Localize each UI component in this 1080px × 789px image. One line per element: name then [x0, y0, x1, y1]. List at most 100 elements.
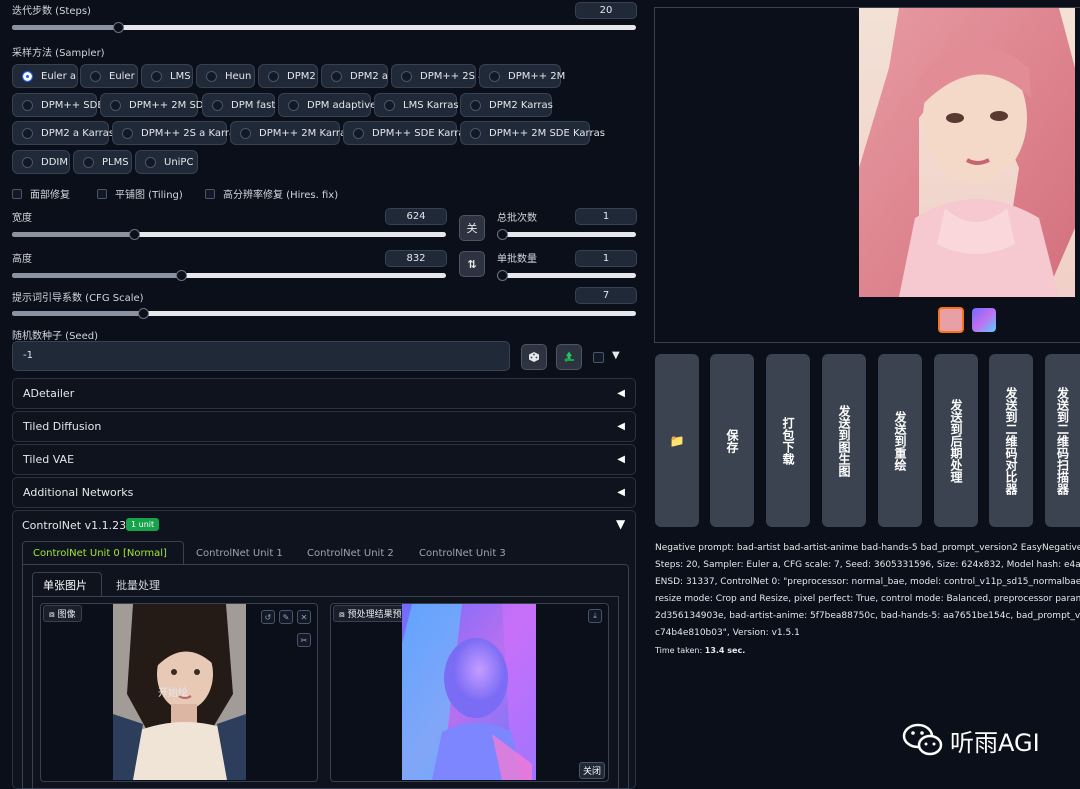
batch-size-input[interactable]: 1 [575, 250, 637, 267]
wechat-icon [902, 723, 943, 756]
sampler-option[interactable]: DPM2 Karras [460, 93, 553, 117]
sampler-option[interactable]: UniPC [135, 150, 198, 174]
restore-faces-checkbox[interactable]: 面部修复 [12, 186, 70, 201]
radio-dot-icon [22, 99, 33, 111]
close-icon[interactable]: ✕ [297, 610, 311, 624]
send-to-extras-button[interactable]: 发送到后期处理 [934, 354, 978, 527]
sampler-option[interactable]: DDIM [12, 150, 70, 174]
radio-dot-icon [331, 70, 342, 82]
accordion-tiled-diffusion[interactable]: Tiled Diffusion ◀ [12, 411, 636, 442]
brush-icon[interactable]: ✂ [297, 633, 311, 647]
gallery-thumbnail-1[interactable] [938, 307, 964, 333]
tab-controlnet-unit-2[interactable]: ControlNet Unit 2 [307, 548, 394, 559]
sampler-option[interactable]: DPM++ 2S a Karras [112, 121, 240, 145]
steps-input[interactable]: 20 [575, 2, 637, 19]
sampler-option[interactable]: Euler a [12, 64, 78, 88]
cfg-slider[interactable] [12, 308, 636, 319]
sampler-option[interactable]: DPM++ 2M SDE [100, 93, 210, 117]
width-slider[interactable] [12, 229, 446, 240]
seed-extra-toggle-icon[interactable]: ▼ [612, 350, 620, 361]
tab-controlnet-unit-0[interactable]: ControlNet Unit 0 [Normal] [33, 548, 167, 559]
sampler-option-label: DPM++ SDE [41, 99, 104, 111]
sampler-option[interactable]: DPM2 [258, 64, 318, 88]
sampler-option[interactable]: DPM++ SDE Karras [343, 121, 470, 145]
tab-batch[interactable]: 批量处理 [116, 577, 160, 593]
accordion-title: Additional Networks [23, 486, 134, 499]
accordion-title: ADetailer [23, 387, 75, 400]
sampler-option[interactable]: Euler [80, 64, 138, 88]
sampler-option[interactable]: LMS [141, 64, 193, 88]
send-to-img2img-button[interactable]: 发送到图生图 [822, 354, 866, 527]
generation-info-line: ENSD: 31337, ControlNet 0: "preprocessor… [655, 577, 1080, 587]
batch-size-label: 单批数量 [497, 254, 537, 265]
sampler-option-label: UniPC [164, 156, 194, 168]
tab-single-image[interactable]: 单张图片 [43, 577, 87, 593]
radio-dot-icon [22, 70, 33, 82]
gallery-thumbnail-2[interactable] [972, 308, 996, 332]
tab-controlnet-unit-3[interactable]: ControlNet Unit 3 [419, 548, 506, 559]
sampler-option-label: DPM++ SDE Karras [372, 127, 470, 139]
radio-dot-icon [268, 70, 279, 82]
steps-slider[interactable] [12, 22, 636, 33]
dice-icon [529, 352, 539, 362]
preview-close-button[interactable]: 关闭 [579, 762, 606, 779]
recycle-icon [564, 351, 574, 363]
lock-aspect-label: 关 [466, 222, 478, 235]
sampler-option[interactable]: DPM++ 2S a [391, 64, 484, 88]
download-icon[interactable]: ⤓ [588, 609, 602, 623]
batch-size-slider[interactable] [497, 270, 636, 281]
sampler-option[interactable]: DPM2 a Karras [12, 121, 114, 145]
batch-count-input[interactable]: 1 [575, 208, 637, 225]
tab-controlnet-unit-1[interactable]: ControlNet Unit 1 [196, 548, 283, 559]
sampler-option[interactable]: Heun [196, 64, 255, 88]
save-button[interactable]: 保存 [710, 354, 754, 527]
sampler-option[interactable]: PLMS [73, 150, 132, 174]
cfg-input[interactable]: 7 [575, 287, 637, 304]
lock-aspect-button[interactable]: 关 [459, 215, 485, 241]
accordion-additional-networks[interactable]: Additional Networks ◀ [12, 477, 636, 508]
height-slider[interactable] [12, 270, 446, 281]
accordion-adetailer[interactable]: ADetailer ◀ [12, 378, 636, 409]
controlnet-title[interactable]: ControlNet v1.1.234 [22, 519, 133, 532]
radio-dot-icon [240, 127, 251, 139]
radio-dot-icon [83, 156, 94, 168]
send-to-qr-compare-button[interactable]: 发送到二维码对比器 [989, 354, 1033, 527]
random-seed-button[interactable] [521, 344, 547, 370]
sampler-option[interactable]: DPM++ 2M Karras [230, 121, 351, 145]
height-input[interactable]: 832 [385, 250, 447, 267]
reuse-seed-button[interactable] [556, 344, 582, 370]
chevron-down-icon[interactable]: ▼ [616, 517, 625, 531]
accordion-tiled-vae[interactable]: Tiled VAE ◀ [12, 444, 636, 475]
send-to-inpaint-button[interactable]: 发送到重绘 [878, 354, 922, 527]
sampler-option-label: Euler a [41, 70, 77, 82]
sampler-option[interactable]: LMS Karras [374, 93, 459, 117]
seed-extra-checkbox[interactable] [593, 352, 604, 363]
sampler-option-label: DDIM [41, 156, 68, 168]
sampler-option-label: DPM++ 2M SDE Karras [489, 127, 605, 139]
sampler-option-label: DPM++ 2S a [420, 70, 485, 82]
generation-info-line: 2d356134903e, bad-artist-anime: 5f7bea88… [655, 611, 1080, 621]
hires-fix-checkbox[interactable]: 高分辨率修复 (Hires. fix) [205, 186, 338, 201]
rotate-icon[interactable]: ↺ [261, 610, 275, 624]
send-to-qr-scanner-button[interactable]: 发送到二维码扫描器 [1045, 354, 1080, 527]
sampler-option[interactable]: DPM2 a [321, 64, 388, 88]
image-overlay-text: 开始绘 [158, 688, 188, 699]
swap-dimensions-button[interactable]: ⇅ [459, 251, 485, 277]
sampler-option[interactable]: DPM++ SDE [12, 93, 104, 117]
generation-info: Negative prompt: bad-artist bad-artist-a… [655, 540, 1080, 642]
tiling-checkbox[interactable]: 平铺图 (Tiling) [97, 186, 183, 201]
sampler-option[interactable]: DPM++ 2M SDE Karras [460, 121, 605, 145]
sampler-option[interactable]: DPM++ 2M [479, 64, 565, 88]
caret-left-icon: ◀ [617, 421, 625, 432]
batch-count-slider[interactable] [497, 229, 636, 240]
generation-info-line: resize mode: Crop and Resize, pixel perf… [655, 594, 1080, 604]
zip-download-button[interactable]: 打包下载 [766, 354, 810, 527]
sampler-option[interactable]: DPM fast [202, 93, 275, 117]
sampler-option[interactable]: DPM adaptive [278, 93, 376, 117]
seed-input[interactable]: -1 [12, 341, 510, 371]
output-image[interactable] [859, 8, 1075, 297]
radio-dot-icon [401, 70, 412, 82]
open-folder-button[interactable]: 📁 [655, 354, 699, 527]
width-input[interactable]: 624 [385, 208, 447, 225]
edit-icon[interactable]: ✎ [279, 610, 293, 624]
